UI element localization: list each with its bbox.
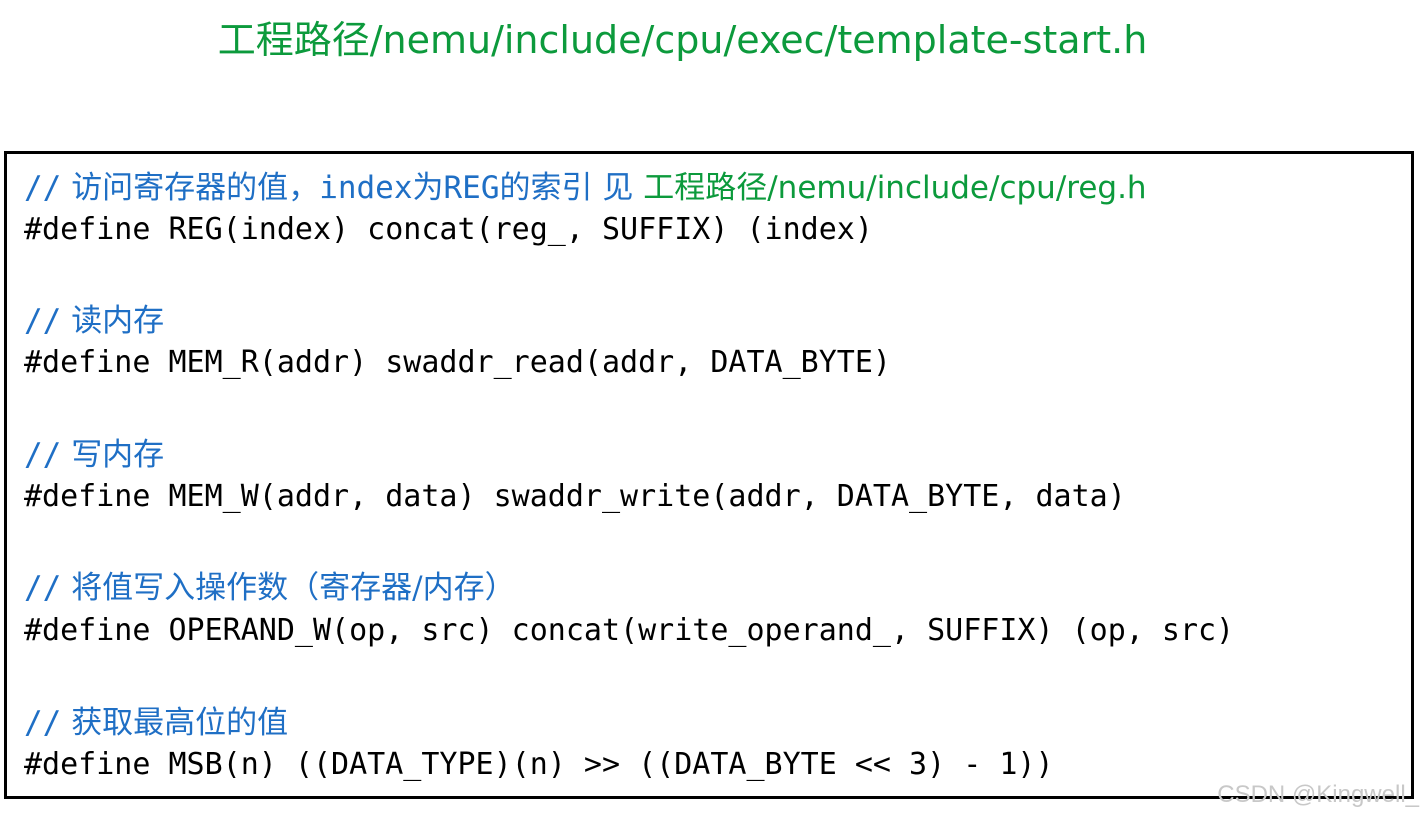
comment-path: 工程路径/nemu/include/cpu/reg.h [643, 170, 1147, 206]
code-block: // 访问寄存器的值，index为REG的索引 见 工程路径/nemu/incl… [4, 151, 1414, 799]
comment-text: 写内存 [71, 437, 165, 473]
comment-text: 读内存 [71, 303, 165, 339]
code-line-msb: #define MSB(n) ((DATA_TYPE)(n) >> ((DATA… [24, 747, 1054, 782]
slide-title: 工程路径/nemu/include/cpu/exec/template-star… [217, 18, 1148, 62]
comment-prefix: // [24, 705, 62, 741]
code-line-reg: #define REG(index) concat(reg_, SUFFIX) … [24, 212, 873, 247]
comment-line-write-operand: // 将值写入操作数（寄存器/内存） [24, 567, 516, 609]
comment-code-index: index [319, 170, 413, 206]
watermark: CSDN @Kingwell_ [1217, 781, 1419, 808]
comment-line-read-memory: // 读内存 [24, 300, 164, 342]
comment-line-write-memory: // 写内存 [24, 434, 164, 476]
comment-text: 为 [412, 170, 444, 206]
comment-text: 将值写入操作数（寄存器/内存） [71, 570, 516, 606]
comment-prefix: // [24, 170, 62, 206]
comment-prefix: // [24, 570, 62, 606]
comment-line-msb: // 获取最高位的值 [24, 702, 288, 744]
code-line-mem-w: #define MEM_W(addr, data) swaddr_write(a… [24, 479, 1126, 514]
code-line-operand-w: #define OPERAND_W(op, src) concat(write_… [24, 613, 1235, 648]
comment-text: 获取最高位的值 [71, 705, 289, 741]
comment-code-reg: REG [443, 170, 500, 206]
comment-prefix: // [24, 303, 62, 339]
comment-text: 的索引 见 [499, 170, 634, 206]
comment-text: 访问寄存器的值， [71, 170, 320, 206]
comment-prefix: // [24, 437, 62, 473]
comment-line-register: // 访问寄存器的值，index为REG的索引 见 工程路径/nemu/incl… [24, 167, 1147, 209]
code-line-mem-r: #define MEM_R(addr) swaddr_read(addr, DA… [24, 345, 891, 380]
